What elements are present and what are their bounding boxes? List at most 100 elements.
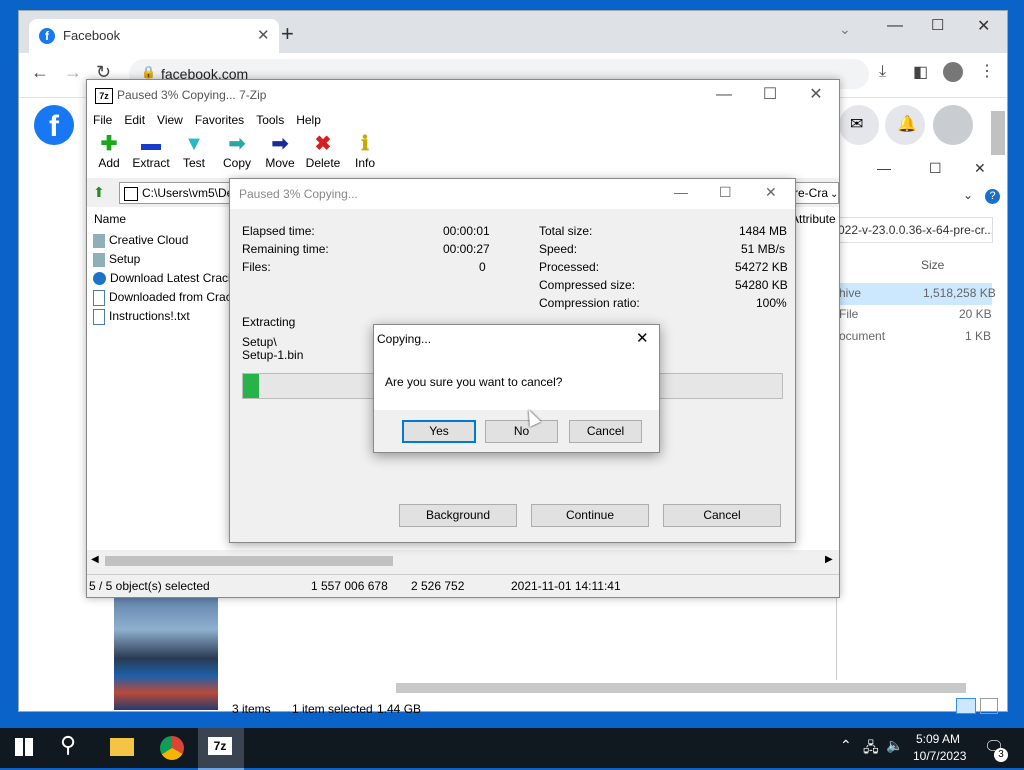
- col-header-name[interactable]: Name: [94, 212, 126, 226]
- explorer-row-size: 1 KB: [965, 329, 992, 343]
- list-item[interactable]: Download Latest Crack: [93, 269, 234, 288]
- menu-help[interactable]: Help: [290, 110, 327, 130]
- confirm-close-icon[interactable]: ✕: [636, 329, 649, 347]
- minimize-icon[interactable]: —: [887, 17, 903, 35]
- chrome-tab-facebook[interactable]: f Facebook ✕: [29, 19, 279, 53]
- facebook-logo-icon[interactable]: f: [34, 105, 74, 145]
- account-avatar[interactable]: [933, 105, 973, 145]
- confirm-cancel-dialog: Copying... ✕ Are you sure you want to ca…: [373, 324, 660, 453]
- tab-search-icon[interactable]: ⌄: [839, 21, 851, 38]
- progress-minimize-icon[interactable]: —: [674, 184, 688, 200]
- notifications-icon[interactable]: 🔔: [885, 105, 925, 145]
- parent-folder-icon[interactable]: ⬆: [93, 184, 105, 201]
- no-button[interactable]: No: [485, 420, 558, 443]
- 7zip-title: Paused 3% Copying... 7-Zip: [117, 88, 267, 102]
- sidebar-icon[interactable]: ◧: [913, 62, 928, 82]
- yes-button[interactable]: Yes: [402, 420, 476, 443]
- menu-file[interactable]: File: [87, 110, 118, 130]
- test-button[interactable]: ▼ Test: [172, 132, 216, 178]
- details-view-icon[interactable]: [956, 698, 976, 714]
- explorer-row-size: 1,518,258 KB: [923, 286, 996, 300]
- explorer-row-type: ocument: [839, 329, 886, 343]
- tray-chevron-up-icon[interactable]: ⌃: [840, 737, 852, 754]
- copy-button[interactable]: ➡ Copy: [215, 132, 259, 178]
- move-button[interactable]: ➡ Move: [258, 132, 302, 178]
- back-icon[interactable]: ←: [31, 62, 49, 83]
- scroll-thumb[interactable]: [105, 556, 393, 566]
- close-icon[interactable]: ✕: [977, 16, 990, 36]
- tiles-view-icon[interactable]: [980, 698, 998, 714]
- explorer-maximize-icon[interactable]: ☐: [929, 160, 942, 177]
- info-icon: ℹ: [361, 133, 369, 155]
- address-text: C:\Users\vm5\De: [142, 186, 233, 200]
- info-button[interactable]: ℹ Info: [343, 132, 387, 178]
- 7zip-taskbar-button[interactable]: 7z: [198, 728, 244, 770]
- progress-maximize-icon[interactable]: ☐: [719, 184, 732, 201]
- 7zip-minimize-icon[interactable]: —: [701, 80, 747, 110]
- explorer-path[interactable]: 022-v-23.0.0.36-x-64-pre-cr...: [837, 217, 993, 243]
- list-item[interactable]: Instructions!.txt: [93, 307, 190, 326]
- ratio-label: Compression ratio:: [539, 296, 640, 310]
- menu-edit[interactable]: Edit: [118, 110, 151, 130]
- 7zip-statusbar: 5 / 5 object(s) selected 1 557 006 678 2…: [87, 574, 839, 597]
- status-packed: 2 526 752: [411, 579, 465, 593]
- 7zip-close-icon[interactable]: ✕: [793, 80, 839, 110]
- address-dropdown[interactable]: re-Cra ⌄: [793, 182, 839, 204]
- extract-icon: ▬: [141, 133, 161, 155]
- download-icon[interactable]: ⤓: [879, 63, 886, 81]
- explorer-expand-icon[interactable]: ⌄: [963, 188, 973, 202]
- help-icon[interactable]: ?: [985, 189, 1000, 204]
- scroll-right-icon[interactable]: ▶: [825, 554, 833, 565]
- search-icon[interactable]: ⚲: [60, 732, 76, 758]
- file-name: Download Latest Crack: [110, 271, 235, 285]
- maximize-icon[interactable]: ☐: [931, 16, 944, 34]
- page-scrollbar[interactable]: [991, 111, 1005, 159]
- explorer-minimize-icon[interactable]: —: [877, 160, 891, 176]
- clock-date[interactable]: 10/7/2023: [913, 749, 966, 763]
- 7zip-menubar: File Edit View Favorites Tools Help: [87, 110, 839, 130]
- remaining-label: Remaining time:: [242, 242, 329, 256]
- progress-cancel-button[interactable]: Cancel: [663, 504, 781, 527]
- network-icon[interactable]: 🖧: [863, 737, 879, 761]
- extract-button[interactable]: ▬ Extract: [129, 132, 173, 178]
- add-button[interactable]: ✚ Add: [87, 132, 131, 178]
- continue-button[interactable]: Continue: [531, 504, 649, 527]
- progress-close-icon[interactable]: ✕: [765, 184, 777, 201]
- background-button[interactable]: Background: [399, 504, 517, 527]
- status-date: 2021-11-01 14:11:41: [511, 579, 621, 593]
- chrome-taskbar-icon[interactable]: [160, 736, 184, 760]
- drive-icon: [124, 186, 138, 201]
- delete-button[interactable]: ✖ Delete: [301, 132, 345, 178]
- processed-value: 54272 KB: [735, 260, 788, 274]
- start-windows-icon[interactable]: [15, 738, 33, 756]
- profile-icon[interactable]: [943, 62, 963, 82]
- col-header-attributes[interactable]: Attribute: [791, 212, 836, 226]
- confirm-title: Copying...: [377, 332, 432, 346]
- list-item[interactable]: Creative Cloud: [93, 231, 188, 250]
- messenger-icon[interactable]: ✉: [839, 105, 879, 145]
- tab-close-icon[interactable]: ✕: [257, 26, 270, 44]
- forward-icon[interactable]: →: [64, 62, 82, 83]
- scroll-left-icon[interactable]: ◀: [91, 554, 99, 565]
- menu-icon[interactable]: ⋮: [979, 61, 995, 81]
- list-item[interactable]: Setup: [93, 250, 140, 269]
- chevron-down-icon: ⌄: [830, 189, 839, 200]
- file-explorer-taskbar-icon[interactable]: [110, 738, 134, 756]
- 7zip-hscrollbar[interactable]: ◀ ▶: [87, 552, 839, 570]
- volume-muted-icon[interactable]: 🔈: [886, 737, 903, 754]
- list-item[interactable]: Downloaded from Crac: [93, 288, 232, 307]
- menu-favorites[interactable]: Favorites: [189, 110, 250, 130]
- confirm-cancel-button[interactable]: Cancel: [569, 420, 642, 443]
- menu-view[interactable]: View: [151, 110, 189, 130]
- elapsed-label: Elapsed time:: [242, 224, 315, 238]
- new-tab-button[interactable]: +: [281, 21, 294, 47]
- explorer-close-icon[interactable]: ✕: [974, 160, 986, 177]
- elapsed-value: 00:00:01: [443, 224, 490, 238]
- address-field[interactable]: C:\Users\vm5\De: [119, 182, 233, 204]
- explorer-col-size[interactable]: Size: [921, 258, 944, 272]
- menu-tools[interactable]: Tools: [250, 110, 290, 130]
- lock-icon: 🔒: [141, 65, 156, 79]
- 7zip-maximize-icon[interactable]: ☐: [747, 80, 793, 110]
- explorer-hscroll[interactable]: [396, 683, 966, 693]
- clock-time[interactable]: 5:09 AM: [916, 732, 960, 746]
